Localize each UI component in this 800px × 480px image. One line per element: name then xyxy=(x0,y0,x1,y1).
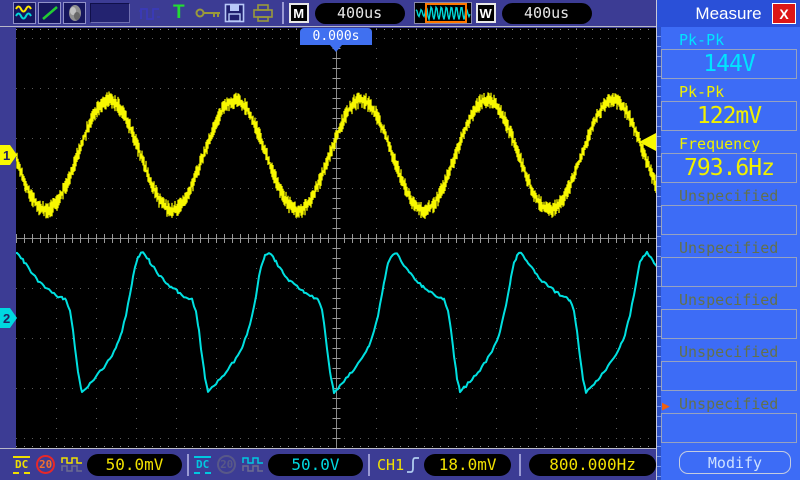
preview-wave-icon xyxy=(415,3,471,23)
close-icon: X xyxy=(779,6,788,22)
ch2-zero-marker[interactable]: 2 xyxy=(0,308,17,328)
pulse-icon[interactable] xyxy=(138,3,162,23)
time-offset-cursor[interactable]: 0.000s xyxy=(300,28,372,45)
window-timebase-label: W xyxy=(476,3,496,23)
hand-icon xyxy=(65,4,85,22)
trigger-source-label[interactable]: CH1 xyxy=(377,456,404,474)
measurement-value-box: 793.6Hz xyxy=(661,153,797,183)
statusbar-separator-2 xyxy=(368,454,370,476)
trigger-frequency-value: 800.000Hz xyxy=(529,454,656,476)
print-icon[interactable] xyxy=(251,3,275,23)
time-offset-cursor-pointer xyxy=(330,45,342,52)
svg-text:2: 2 xyxy=(3,311,10,326)
measurement-value-box xyxy=(661,361,797,391)
status-bar: DC 20 50.0mV DC 20 50.0V CH1 18.0mV 800.… xyxy=(0,448,656,480)
ch2-scale-value[interactable]: 50.0V xyxy=(268,454,363,476)
measurement-slot[interactable]: Frequency 793.6Hz xyxy=(661,136,797,183)
modify-button[interactable]: Modify xyxy=(679,451,791,474)
ch1-scale-value[interactable]: 50.0mV xyxy=(87,454,182,476)
statusbar-separator-3 xyxy=(519,454,521,476)
measurement-slot[interactable]: Unspecified xyxy=(661,240,797,287)
hand-tool-button[interactable] xyxy=(63,2,86,24)
trigger-indicator: T xyxy=(173,2,185,24)
measurement-value-box xyxy=(661,257,797,287)
ch1-invert-icon[interactable] xyxy=(61,456,83,473)
measure-panel-header: Measure X xyxy=(657,0,800,27)
measurement-slot[interactable]: Unspecified xyxy=(661,344,797,391)
main-timebase-label: M xyxy=(289,3,309,23)
dual-wave-icon xyxy=(15,4,35,22)
measurement-value-box xyxy=(661,309,797,339)
measurement-slot[interactable]: Pk-Pk 144V xyxy=(661,32,797,79)
trigger-level-marker[interactable] xyxy=(639,133,656,151)
measurement-value-box xyxy=(661,413,797,443)
close-button[interactable]: X xyxy=(772,3,796,24)
slope-tool-button[interactable] xyxy=(38,2,61,24)
statusbar-separator xyxy=(187,454,189,476)
trigger-level-value[interactable]: 18.0mV xyxy=(424,454,511,476)
window-timebase-value[interactable]: 400us xyxy=(502,3,592,24)
ch2-invert-icon[interactable] xyxy=(242,456,264,473)
toolbar-separator xyxy=(282,2,284,24)
channels-tool-button[interactable] xyxy=(13,2,36,24)
panel-title: Measure xyxy=(695,4,761,24)
ch1-coupling-indicator[interactable]: DC xyxy=(13,456,30,474)
measure-panel: Measure X Pk-Pk 144V Pk-Pk 122mV Frequen… xyxy=(656,0,800,480)
waveform-preview[interactable] xyxy=(414,2,472,24)
measurement-slot[interactable]: Unspecified xyxy=(661,292,797,339)
key-lock-icon[interactable] xyxy=(195,6,221,20)
measurement-value-box: 144V xyxy=(661,49,797,79)
top-toolbar: T M 400us W 400us xyxy=(0,0,656,27)
measurement-value-box xyxy=(661,205,797,235)
measurement-slots: Pk-Pk 144V Pk-Pk 122mV Frequency 793.6Hz… xyxy=(661,27,797,443)
waveform-display xyxy=(16,28,656,448)
measurement-slot-selected[interactable]: ▶ Unspecified xyxy=(661,396,797,443)
toolbar-display-field xyxy=(90,3,130,23)
measurement-slot[interactable]: Pk-Pk 122mV xyxy=(661,84,797,131)
slope-line-icon xyxy=(40,4,60,22)
rising-edge-icon xyxy=(406,455,420,475)
ch1-bandwidth-badge[interactable]: 20 xyxy=(36,455,55,474)
save-icon[interactable] xyxy=(224,3,245,23)
measurement-value-box: 122mV xyxy=(661,101,797,131)
main-timebase-value[interactable]: 400us xyxy=(315,3,405,24)
ch1-zero-marker[interactable]: 1 xyxy=(0,145,17,165)
svg-text:1: 1 xyxy=(3,148,10,163)
ch2-bandwidth-badge[interactable]: 20 xyxy=(217,455,236,474)
selection-arrow-icon: ▶ xyxy=(662,398,670,415)
measurement-slot[interactable]: Unspecified xyxy=(661,188,797,235)
ch2-coupling-indicator[interactable]: DC xyxy=(194,456,211,474)
